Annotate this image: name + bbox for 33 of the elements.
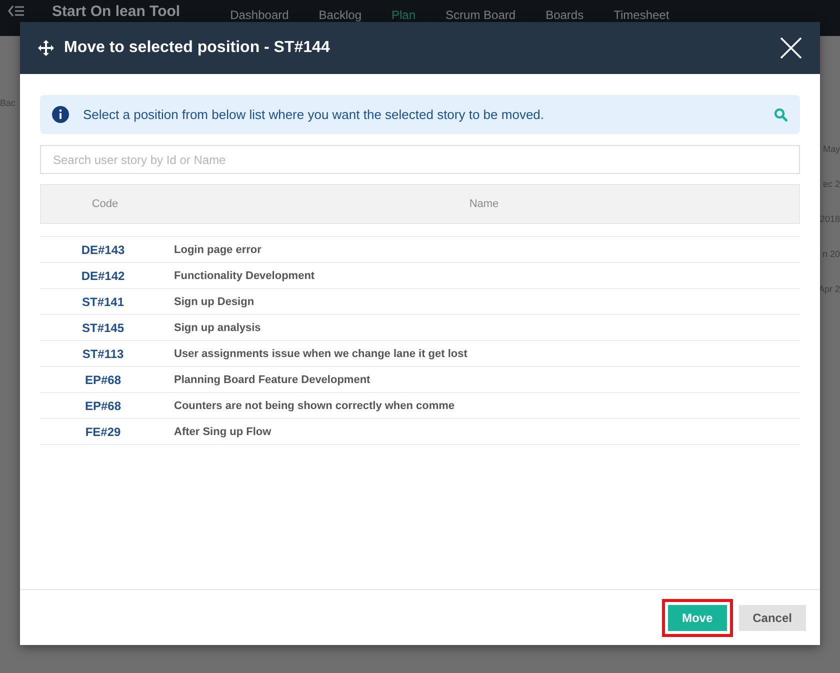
story-code: ST#113: [81, 346, 125, 360]
search-field[interactable]: Search user story by Id or Name: [40, 145, 800, 174]
story-name: Planning Board Feature Development: [173, 374, 372, 386]
story-code: DE#143: [80, 242, 126, 256]
move-icon: [38, 40, 54, 56]
close-icon[interactable]: [780, 37, 802, 59]
column-header: Name: [468, 198, 500, 210]
nav-tab[interactable]: Backlog: [310, 8, 370, 24]
nav-tab[interactable]: Dashboard: [222, 8, 297, 24]
story-name: Functionality Development: [173, 270, 316, 282]
app-title: Start On lean Tool: [52, 4, 180, 20]
story-code: ST#141: [80, 294, 126, 308]
story-name: Sign up Design: [173, 296, 256, 308]
story-name: After Sing up Flow: [173, 426, 272, 438]
story-name: Login page error: [173, 244, 262, 256]
story-name: Counters are not being shown correctly when comme: [173, 400, 456, 412]
nav-tab[interactable]: Boards: [538, 8, 592, 24]
story-code: EP#68: [84, 372, 122, 386]
info-icon: [52, 106, 69, 123]
nav-tab[interactable]: Scrum Board: [438, 8, 524, 24]
story-name: User assignments issue when we change lane it get lost: [173, 348, 468, 360]
dialog-title: Move to selected position - ST#144: [64, 39, 331, 57]
story-code: DE#142: [80, 268, 126, 282]
story-name: Sign up analysis: [173, 322, 262, 334]
nav-tab[interactable]: Timesheet: [606, 8, 678, 24]
cancel-button[interactable]: Cancel: [738, 604, 806, 630]
story-code: FE#29: [84, 424, 122, 438]
collapse-menu-icon[interactable]: [8, 4, 24, 18]
column-header: Code: [90, 198, 120, 210]
move-button[interactable]: Move: [668, 604, 727, 630]
info-text: Select a position from below list where you want the selected story to be moved.: [83, 107, 546, 122]
story-code: EP#68: [84, 398, 122, 412]
story-code: ST#145: [80, 320, 126, 334]
